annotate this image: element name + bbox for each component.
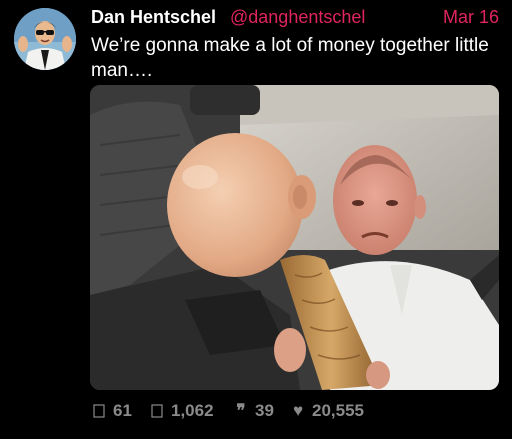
like-count: 20,555 [312, 401, 364, 420]
quote-count: 39 [255, 401, 274, 420]
tweet-text: We’re gonna make a lot of money together… [91, 35, 489, 81]
retweet-count: 1,062 [171, 401, 214, 420]
avatar-image [14, 8, 76, 70]
like-button[interactable]: ♥ 20,555 [291, 400, 364, 422]
avatar[interactable] [14, 8, 76, 70]
photo-image [90, 85, 499, 390]
tweet-date[interactable]: Mar 16 [443, 6, 499, 28]
tweet-card[interactable]: Dan Hentschel @danghentschel Mar 16 We’r… [0, 0, 512, 439]
quote-icon: ❞ [236, 401, 246, 420]
reply-button[interactable]: 61 [92, 400, 132, 422]
display-name[interactable]: Dan Hentschel [91, 6, 216, 28]
retweet-icon [150, 403, 164, 419]
quote-button[interactable]: ❞ 39 [234, 400, 274, 422]
reply-icon [92, 403, 106, 419]
heart-icon: ♥ [292, 401, 304, 420]
tweet-header: Dan Hentschel @danghentschel Mar 16 [91, 6, 501, 30]
tweet-media-photo[interactable] [90, 85, 499, 390]
tweet-actions: 61 1,062 ❞ 39 ♥ 20,555 [92, 400, 502, 422]
reply-count: 61 [113, 401, 132, 420]
retweet-button[interactable]: 1,062 [150, 400, 214, 422]
user-handle[interactable]: @danghentschel [230, 6, 365, 28]
